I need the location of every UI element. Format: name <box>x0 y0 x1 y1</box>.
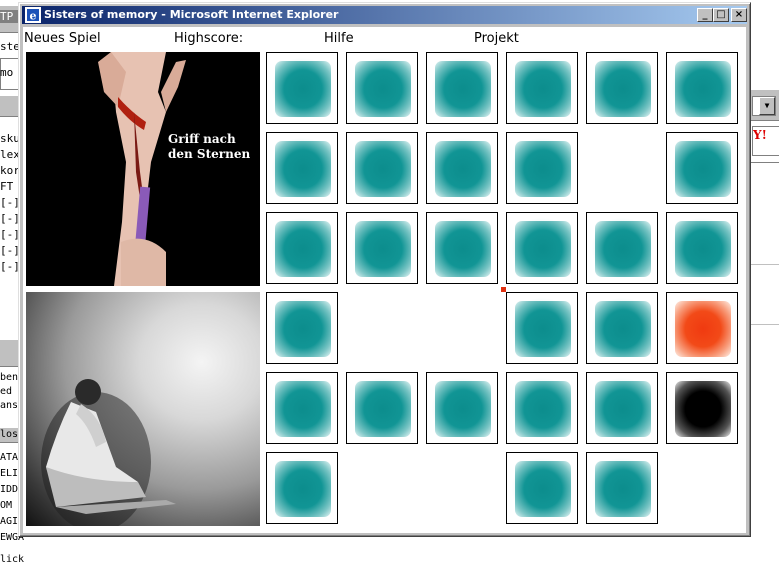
bg-line <box>749 258 779 265</box>
memory-card[interactable] <box>666 212 738 284</box>
card-face <box>595 301 651 357</box>
memory-card[interactable] <box>346 132 418 204</box>
card-face <box>275 61 331 117</box>
page-content: Neues Spiel Highscore: Hilfe Projekt Gri… <box>23 27 746 533</box>
close-button[interactable]: × <box>731 8 747 22</box>
memory-card[interactable] <box>346 52 418 124</box>
memory-card[interactable] <box>426 52 498 124</box>
memory-card[interactable] <box>666 52 738 124</box>
memory-card[interactable] <box>586 372 658 444</box>
yahoo-logo-text: Y! <box>753 128 767 142</box>
bg-line <box>749 156 779 163</box>
card-face <box>595 221 651 277</box>
internet-explorer-icon: e <box>25 7 41 23</box>
svg-text:e: e <box>30 10 37 23</box>
card-face <box>355 221 411 277</box>
card-face <box>435 141 491 197</box>
new-game-link[interactable]: Neues Spiel <box>24 31 101 46</box>
memory-card[interactable] <box>666 292 738 364</box>
card-face <box>675 221 731 277</box>
memory-card[interactable] <box>506 372 578 444</box>
memory-card[interactable] <box>266 52 338 124</box>
card-face <box>355 381 411 437</box>
memory-card[interactable] <box>586 452 658 524</box>
memory-card[interactable] <box>586 52 658 124</box>
browser-window: e Sisters of memory - Microsoft Internet… <box>18 2 751 537</box>
card-face <box>435 61 491 117</box>
memory-card[interactable] <box>426 212 498 284</box>
memory-card[interactable] <box>266 132 338 204</box>
bg-text: lick <box>0 554 24 565</box>
card-face <box>275 301 331 357</box>
card-face <box>515 61 571 117</box>
project-link[interactable]: Projekt <box>474 31 519 46</box>
window-title: Sisters of memory - Microsoft Internet E… <box>44 8 339 21</box>
card-face <box>515 381 571 437</box>
memory-card[interactable] <box>506 292 578 364</box>
yahoo-logo: Y! <box>752 126 779 156</box>
memory-card[interactable] <box>506 132 578 204</box>
memory-card[interactable] <box>346 372 418 444</box>
memory-card[interactable] <box>586 212 658 284</box>
card-face <box>355 61 411 117</box>
card-face <box>515 221 571 277</box>
photo-wrist: Griff nach den Sternen <box>26 52 260 286</box>
sitting-figure-image <box>41 379 176 526</box>
card-face <box>515 301 571 357</box>
photo-caption: Griff nach den Sternen <box>168 132 250 162</box>
memory-card[interactable] <box>506 452 578 524</box>
maximize-button[interactable]: □ <box>713 8 729 22</box>
card-face <box>275 381 331 437</box>
memory-card[interactable] <box>426 132 498 204</box>
minimize-button[interactable]: _ <box>697 8 713 22</box>
game-menu: Neues Spiel Highscore: Hilfe Projekt <box>23 31 746 49</box>
title-bar[interactable]: e Sisters of memory - Microsoft Internet… <box>22 6 747 24</box>
caption-line-1: Griff nach <box>168 132 236 146</box>
card-face <box>675 301 731 357</box>
card-face <box>275 221 331 277</box>
card-face <box>595 461 651 517</box>
memory-card[interactable] <box>586 292 658 364</box>
caption-line-2: den Sternen <box>168 147 251 161</box>
card-face <box>675 381 731 437</box>
card-face <box>515 141 571 197</box>
memory-card[interactable] <box>506 212 578 284</box>
bg-line <box>749 318 779 325</box>
bg-combo-box[interactable]: ▼ <box>752 96 776 116</box>
memory-card[interactable] <box>426 372 498 444</box>
photo-sitting-figure <box>26 292 260 526</box>
card-face <box>355 141 411 197</box>
card-face <box>595 381 651 437</box>
memory-card[interactable] <box>506 52 578 124</box>
card-face <box>435 381 491 437</box>
card-face <box>515 461 571 517</box>
memory-card[interactable] <box>266 292 338 364</box>
card-face <box>275 141 331 197</box>
memory-card[interactable] <box>266 212 338 284</box>
memory-card[interactable] <box>666 372 738 444</box>
memory-card[interactable] <box>266 452 338 524</box>
card-face <box>275 461 331 517</box>
highscore-link[interactable]: Highscore: <box>174 31 243 46</box>
memory-card[interactable] <box>346 212 418 284</box>
chevron-down-icon[interactable]: ▼ <box>759 97 775 115</box>
memory-card[interactable] <box>666 132 738 204</box>
card-face <box>595 61 651 117</box>
memory-card[interactable] <box>266 372 338 444</box>
wrist-image <box>26 52 260 286</box>
card-face <box>435 221 491 277</box>
card-face <box>675 61 731 117</box>
help-link[interactable]: Hilfe <box>324 31 354 46</box>
card-face <box>675 141 731 197</box>
